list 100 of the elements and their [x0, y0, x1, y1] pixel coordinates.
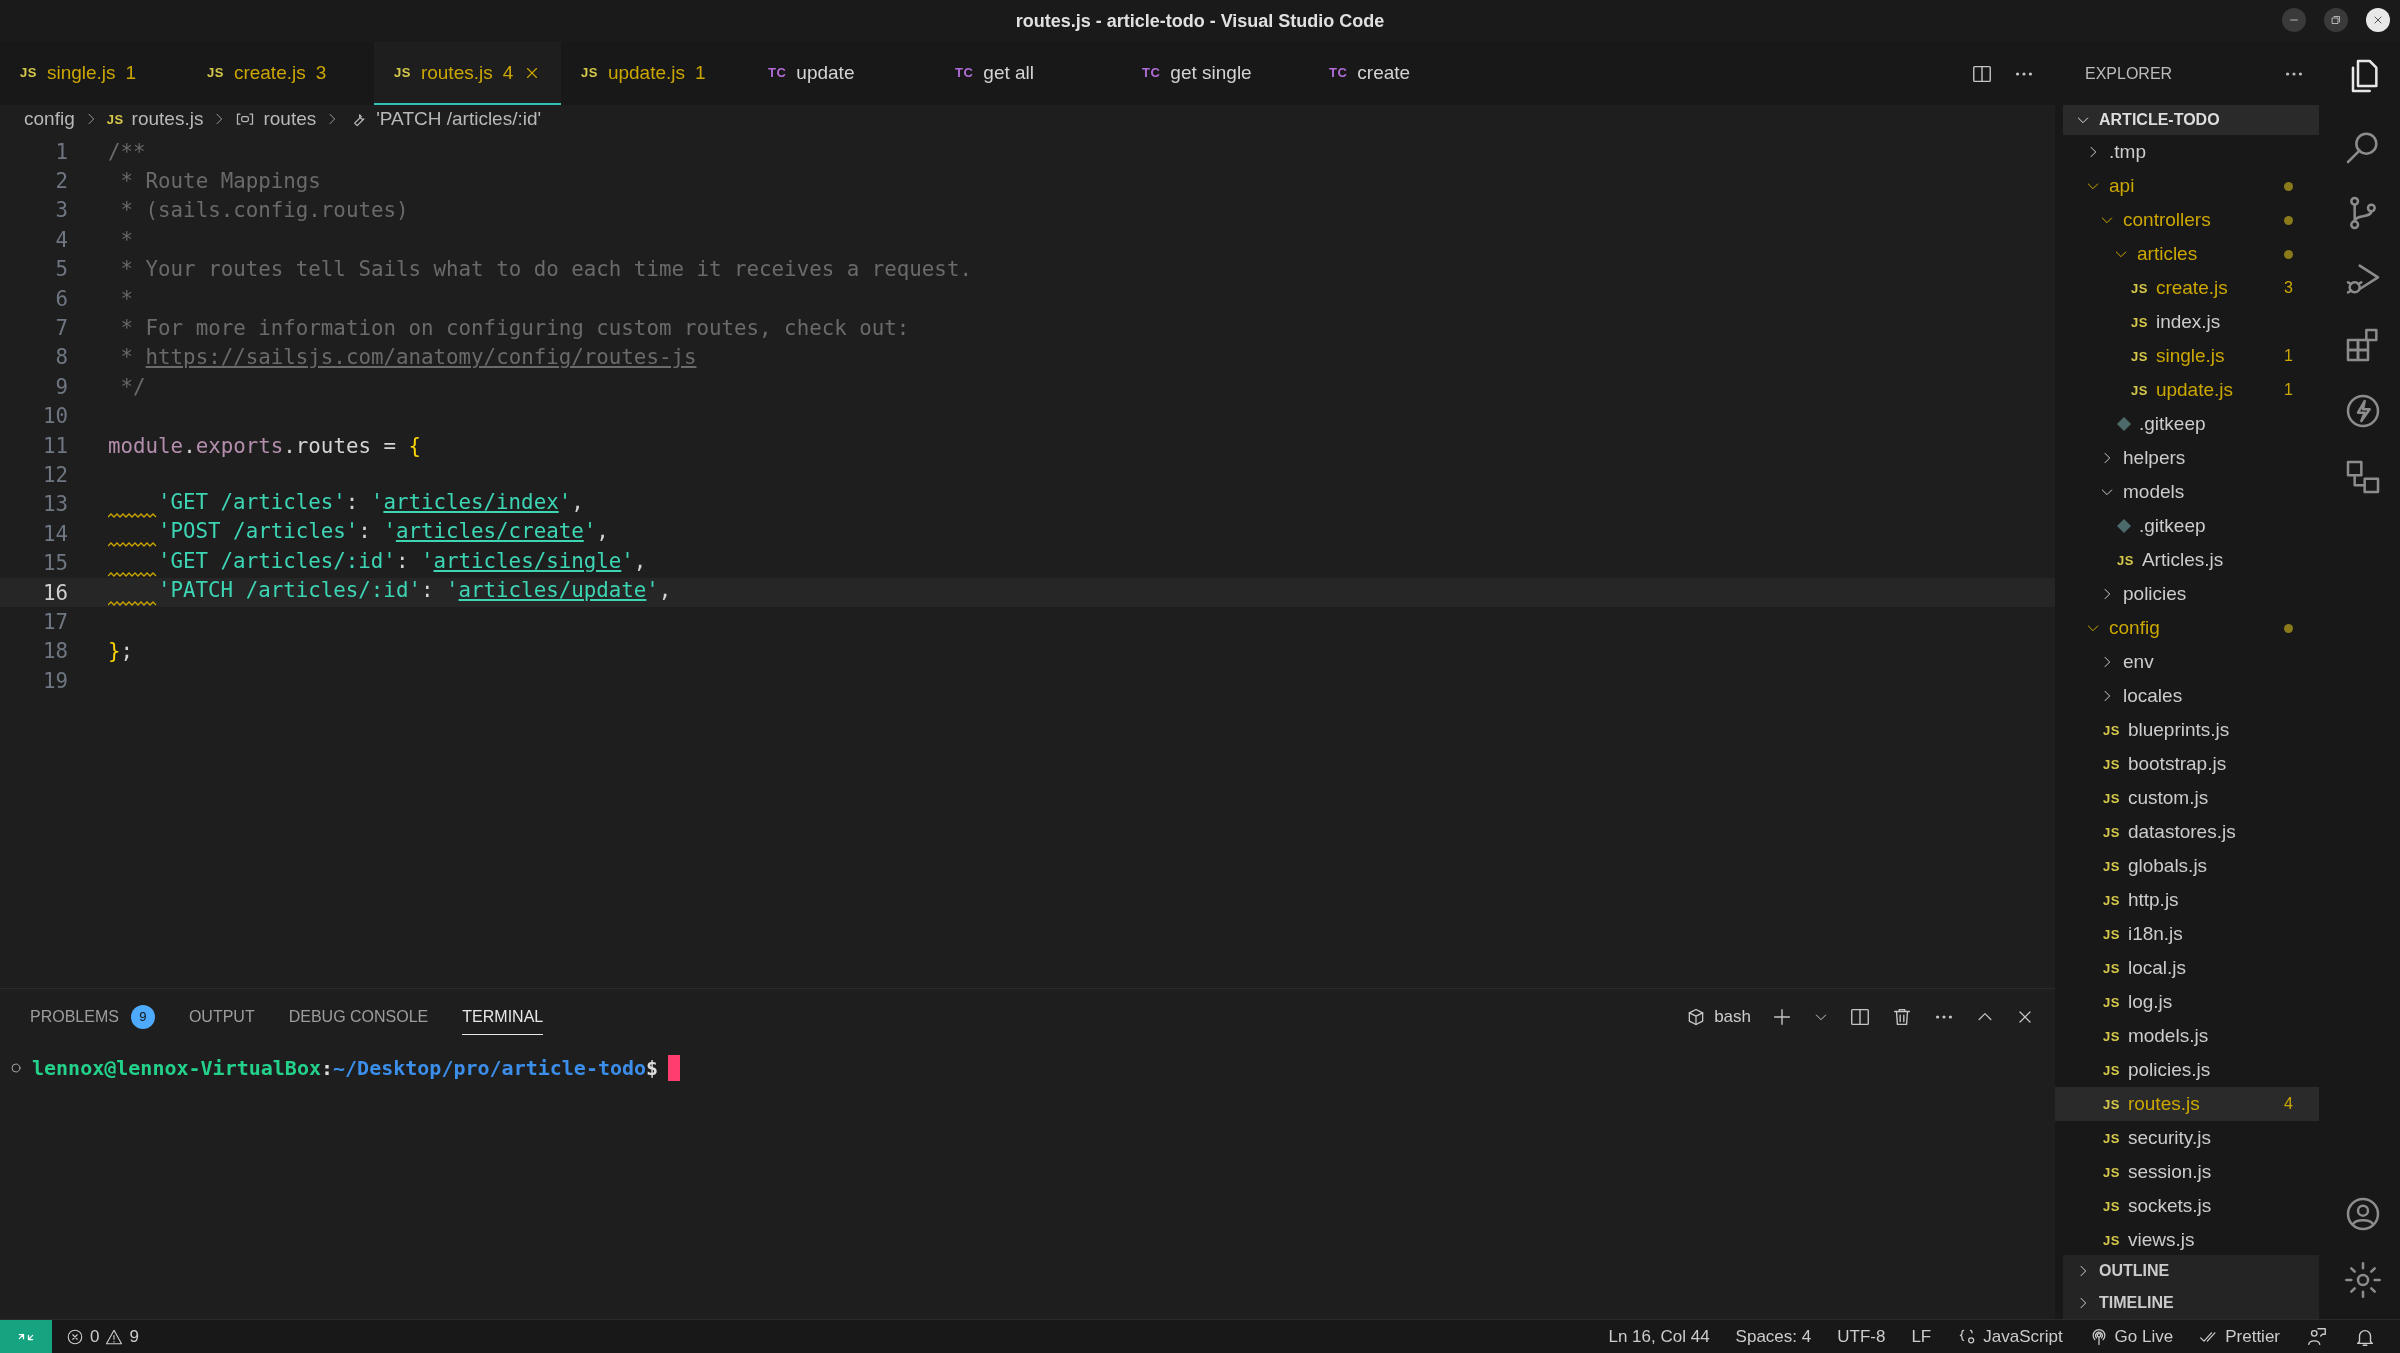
code-line: */ — [119, 374, 146, 399]
status-item[interactable]: LF — [1911, 1326, 1932, 1347]
file-type-icon: JS — [2103, 858, 2120, 874]
folder-item[interactable]: .tmp — [2055, 135, 2319, 169]
panel-tab[interactable]: DEBUG CONSOLE — [288, 999, 429, 1035]
folder-item[interactable]: env — [2055, 645, 2319, 679]
feedback-icon[interactable] — [2306, 1325, 2328, 1348]
breadcrumb-item[interactable]: 'PATCH /articles/:id' — [376, 108, 542, 130]
file-type-icon: JS — [2103, 1062, 2120, 1078]
status-item[interactable]: UTF-8 — [1837, 1326, 1886, 1347]
file-item[interactable]: JS Articles.js — [2055, 543, 2319, 577]
file-item[interactable]: JS create.js 3 — [2055, 271, 2319, 305]
file-type-icon: JS — [2103, 926, 2120, 942]
split-terminal-icon[interactable] — [1849, 1006, 1871, 1028]
file-item[interactable]: JS session.js — [2055, 1155, 2319, 1189]
file-type-icon: TC — [1329, 65, 1348, 80]
file-item[interactable]: JS globals.js — [2055, 849, 2319, 883]
file-item[interactable]: .gitkeep — [2055, 509, 2319, 543]
file-item[interactable]: JS index.js — [2055, 305, 2319, 339]
warning-squiggle — [108, 571, 158, 578]
line-number: 18 — [41, 639, 68, 664]
editor-tab[interactable]: TC update — [748, 42, 935, 105]
file-type-icon: JS — [2131, 280, 2148, 296]
status-item[interactable]: Spaces: 4 — [1735, 1326, 1812, 1347]
breadcrumb-item[interactable]: routes — [263, 108, 317, 130]
file-item[interactable]: JS blueprints.js — [2055, 713, 2319, 747]
file-item[interactable]: JS i18n.js — [2055, 917, 2319, 951]
folder-item[interactable]: articles — [2055, 237, 2319, 271]
line-number: 19 — [41, 668, 68, 693]
settings-icon[interactable] — [2342, 1260, 2383, 1300]
line-number: 3 — [54, 198, 68, 223]
line-number: 16 — [41, 580, 68, 605]
section-header[interactable]: TIMELINE — [2063, 1287, 2319, 1319]
file-item[interactable]: JS security.js — [2055, 1121, 2319, 1155]
restore-icon[interactable] — [2330, 14, 2342, 26]
file-type-icon: JS — [2103, 1198, 2120, 1214]
file-item[interactable]: JS policies.js — [2055, 1053, 2319, 1087]
file-type-icon: JS — [2103, 790, 2120, 806]
file-type-icon: JS — [2103, 1164, 2120, 1180]
panel-tab[interactable]: TERMINAL — [462, 999, 544, 1035]
folder-item[interactable]: helpers — [2055, 441, 2319, 475]
error-icon — [66, 1327, 84, 1346]
code-line: * https://sailsjs.com/anatomy/config/routes-js — [119, 345, 697, 370]
maximize-button[interactable] — [2324, 8, 2348, 32]
terminal-cursor — [668, 1055, 681, 1081]
file-item[interactable]: JS custom.js — [2055, 781, 2319, 815]
editor-tab[interactable]: JS single.js 1 — [0, 42, 187, 105]
folder-item[interactable]: controllers — [2055, 203, 2319, 237]
editor-tab[interactable]: TC create — [1309, 42, 1496, 105]
close-icon[interactable] — [2372, 14, 2384, 26]
close-button[interactable] — [2366, 8, 2390, 32]
status-item[interactable]: Ln 16, Col 44 — [1608, 1326, 1710, 1347]
section-header[interactable]: OUTLINE — [2063, 1255, 2319, 1287]
code-line: /** — [108, 139, 146, 164]
file-item[interactable]: JS local.js — [2055, 951, 2319, 985]
file-item[interactable]: JS log.js — [2055, 985, 2319, 1019]
code-line: 'PATCH /articles/:id': 'articles/update', — [158, 578, 672, 603]
warning-squiggle — [108, 601, 158, 608]
file-type-icon: TC — [955, 65, 974, 80]
line-number: 8 — [54, 345, 68, 370]
file-item[interactable]: .gitkeep — [2055, 407, 2319, 441]
breadcrumb-item[interactable]: config — [24, 108, 75, 130]
file-item[interactable]: JS sockets.js — [2055, 1189, 2319, 1223]
line-number: 5 — [54, 257, 68, 282]
file-type-icon: JS — [20, 65, 37, 80]
folder-item[interactable]: models — [2055, 475, 2319, 509]
status-item[interactable]: JavaScript — [1957, 1326, 2063, 1347]
folder-item[interactable]: policies — [2055, 577, 2319, 611]
editor-tab[interactable]: JS create.js 3 — [187, 42, 374, 105]
editor-tab[interactable]: TC get single — [1122, 42, 1309, 105]
breadcrumb-item[interactable]: routes.js — [131, 108, 204, 130]
file-item[interactable]: JS single.js 1 — [2055, 339, 2319, 373]
modified-dot — [2284, 623, 2293, 633]
folder-item[interactable]: api — [2055, 169, 2319, 203]
folder-item[interactable]: locales — [2055, 679, 2319, 713]
file-item[interactable]: JS routes.js 4 — [2055, 1087, 2319, 1121]
folder-item[interactable]: config — [2055, 611, 2319, 645]
file-item[interactable]: JS datastores.js — [2055, 815, 2319, 849]
status-item[interactable]: Prettier — [2199, 1326, 2280, 1347]
plus-icon[interactable] — [1771, 1006, 1793, 1028]
editor-tab[interactable]: TC get all — [935, 42, 1122, 105]
panel-tab[interactable]: OUTPUT — [188, 999, 255, 1035]
status-item[interactable]: Go Live — [2088, 1326, 2174, 1347]
file-item[interactable]: JS bootstrap.js — [2055, 747, 2319, 781]
file-item[interactable]: JS http.js — [2055, 883, 2319, 917]
file-item[interactable]: JS views.js — [2055, 1223, 2319, 1255]
minimize-button[interactable] — [2282, 8, 2306, 32]
project-folder-header[interactable]: ARTICLE-TODO — [2063, 105, 2319, 135]
trash-icon[interactable] — [1891, 1006, 1913, 1028]
window-title: routes.js - article-todo - Visual Studio Code — [1015, 10, 1385, 32]
file-type-icon: TC — [768, 65, 787, 80]
terminal-shell-button[interactable]: bash — [1686, 1007, 1751, 1027]
file-item[interactable]: JS models.js — [2055, 1019, 2319, 1053]
editor-tab[interactable]: JS routes.js 4 — [374, 42, 561, 105]
code-line: 'GET /articles': 'articles/index', — [158, 489, 584, 514]
editor-tab[interactable]: JS update.js 1 — [561, 42, 748, 105]
file-item[interactable]: JS update.js 1 — [2055, 373, 2319, 407]
panel-tab[interactable]: PROBLEMS 9 — [30, 996, 155, 1038]
line-number: 1 — [54, 139, 68, 164]
problems-status[interactable]: 0 9 — [66, 1326, 139, 1347]
